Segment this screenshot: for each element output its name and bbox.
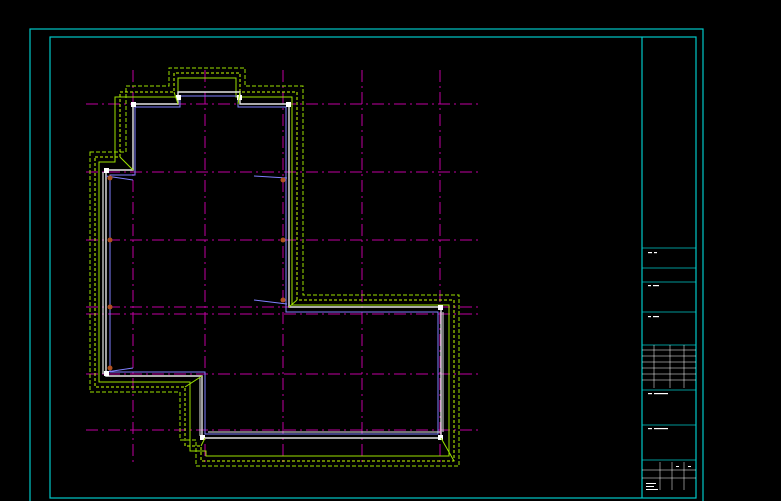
middle-offset <box>94 72 455 462</box>
column-dot <box>107 365 113 371</box>
column-dot <box>280 297 286 303</box>
column-nodes <box>104 95 443 440</box>
wall-outline <box>105 91 442 439</box>
column-node <box>104 168 109 173</box>
column-node <box>438 305 443 310</box>
inner-offset <box>98 77 450 457</box>
column-node <box>131 102 136 107</box>
walls <box>102 91 444 439</box>
offset-outline <box>89 67 460 467</box>
column-node <box>286 102 291 107</box>
outer-offset <box>89 67 460 467</box>
column-dot <box>107 237 113 243</box>
column-dot <box>280 237 286 243</box>
column-dot <box>107 304 113 310</box>
cad-drawing-viewport[interactable] <box>0 0 781 501</box>
inner-border <box>49 36 697 499</box>
column-dot <box>107 175 113 181</box>
corner-diagonals <box>119 91 455 462</box>
title-block-table <box>642 345 696 490</box>
wall-inner <box>109 95 439 435</box>
column-dot <box>280 177 286 183</box>
grid-axes <box>86 70 482 466</box>
column-node <box>104 371 109 376</box>
